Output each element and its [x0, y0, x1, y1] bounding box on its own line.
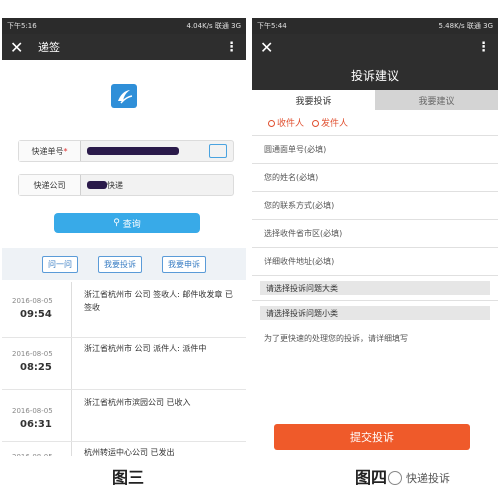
close-icon[interactable]: ✕: [260, 38, 280, 57]
radio-sender[interactable]: 发件人: [312, 116, 348, 129]
timeline-date: 2016-08-05: [12, 350, 53, 358]
caption-figure-4: 图四: [355, 468, 388, 487]
status-time: 下午5:16: [7, 22, 37, 30]
watermark: 快递投诉: [388, 470, 450, 486]
timeline-text: 浙江省杭州市 公司 派件人: 派件中: [84, 344, 207, 353]
action-tabs: 问一问 我要投诉 我要申诉: [2, 248, 246, 280]
timeline-item: 2016-08-05 09:54 浙江省杭州市 公司 签收人: 邮件收发章 已签…: [2, 282, 246, 338]
close-icon[interactable]: ✕: [10, 38, 30, 57]
wechat-icon: [388, 471, 402, 485]
radio-recipient[interactable]: 收件人: [268, 116, 304, 129]
complaint-header: 投诉建议: [252, 60, 498, 90]
detail-textarea[interactable]: 为了更快速的处理您的投诉，请详细填写: [252, 325, 498, 352]
watermark-text: 快递投诉: [406, 472, 450, 485]
timeline-item: 2016-08-05 08:25 浙江省杭州市 公司 派件人: 派件中: [2, 338, 246, 390]
company-value: 快递: [107, 180, 123, 190]
app-titlebar: ✕ ⋮: [252, 34, 498, 60]
tab-appeal[interactable]: 我要申诉: [162, 255, 206, 273]
role-radio-group: 收件人 发件人: [252, 110, 498, 136]
issue-subcategory-select[interactable]: 请选择投诉问题小类: [260, 306, 490, 320]
left-phone-screen: 下午5:16 4.04K/s 联通 3G ✕ 递签 ⋮ 快递单号 * 快递公司 …: [2, 18, 246, 456]
tab-suggestion[interactable]: 我要建议: [375, 90, 498, 110]
name-input[interactable]: 您的姓名(必填): [252, 164, 498, 192]
divider: [252, 300, 498, 301]
tab-ask[interactable]: 问一问: [42, 255, 78, 273]
waybill-number-field[interactable]: 快递单号 *: [18, 140, 234, 162]
timeline-item: 2016-08-05 杭州转运中心公司 已发出: [2, 442, 246, 456]
issue-category-select[interactable]: 请选择投诉问题大类: [260, 281, 490, 295]
timeline-text: 浙江省杭州市 公司 签收人: 邮件收发章 已签收: [84, 290, 233, 312]
timeline-text: 浙江省杭州市滨园公司 已收入: [84, 398, 191, 407]
timeline-time: 06:31: [20, 419, 52, 430]
more-menu-icon[interactable]: ⋮: [225, 40, 238, 55]
submit-complaint-button[interactable]: 提交投诉: [274, 424, 470, 450]
tab-complaint[interactable]: 我要投诉: [252, 90, 375, 110]
more-menu-icon[interactable]: ⋮: [477, 40, 490, 55]
scan-icon[interactable]: [209, 144, 227, 158]
timeline-time: 08:25: [20, 362, 52, 373]
status-bar: 下午5:16 4.04K/s 联通 3G: [2, 18, 246, 34]
radio-circle-icon: [268, 120, 275, 127]
tab-complain[interactable]: 我要投诉: [98, 255, 142, 273]
address-input[interactable]: 详细收件地址(必填): [252, 248, 498, 276]
timeline-item: 2016-08-05 06:31 浙江省杭州市滨园公司 已收入: [2, 390, 246, 442]
caption-figure-3: 图三: [112, 468, 145, 487]
app-titlebar: ✕ 递签 ⋮: [2, 34, 246, 60]
timeline-text: 杭州转运中心公司 已发出: [84, 448, 175, 456]
waybill-input[interactable]: 圆通面单号(必填): [252, 136, 498, 164]
complaint-tabs: 我要投诉 我要建议: [252, 90, 498, 110]
courier-company-field[interactable]: 快递公司 快递: [18, 174, 234, 196]
status-network: 5.48K/s 联通 3G: [438, 22, 493, 30]
app-logo: [111, 84, 137, 108]
timeline-time: 09:54: [20, 309, 52, 320]
required-mark: *: [63, 146, 68, 156]
page-title: 递签: [38, 41, 60, 54]
redacted-company: [87, 181, 107, 189]
status-time: 下午5:44: [257, 22, 287, 30]
waybill-label: 快递单号: [31, 146, 64, 156]
timeline-date: 2016-08-05: [12, 407, 53, 415]
redacted-waybill: [87, 147, 179, 155]
region-select[interactable]: 选择收件省市区(必填): [252, 220, 498, 248]
timeline-date: 2016-08-05: [12, 297, 53, 305]
contact-input[interactable]: 您的联系方式(必填): [252, 192, 498, 220]
status-bar: 下午5:44 5.48K/s 联通 3G: [252, 18, 498, 34]
query-button[interactable]: ⚲ 查询: [54, 213, 200, 233]
status-network: 4.04K/s 联通 3G: [186, 22, 241, 30]
right-phone-screen: 下午5:44 5.48K/s 联通 3G ✕ ⋮ 投诉建议 我要投诉 我要建议 …: [252, 18, 498, 456]
timeline-date: 2016-08-05: [12, 453, 53, 456]
radio-circle-icon: [312, 120, 320, 127]
search-icon: ⚲: [113, 218, 120, 228]
company-label: 快递公司: [19, 175, 81, 195]
query-button-label: 查询: [122, 219, 141, 230]
